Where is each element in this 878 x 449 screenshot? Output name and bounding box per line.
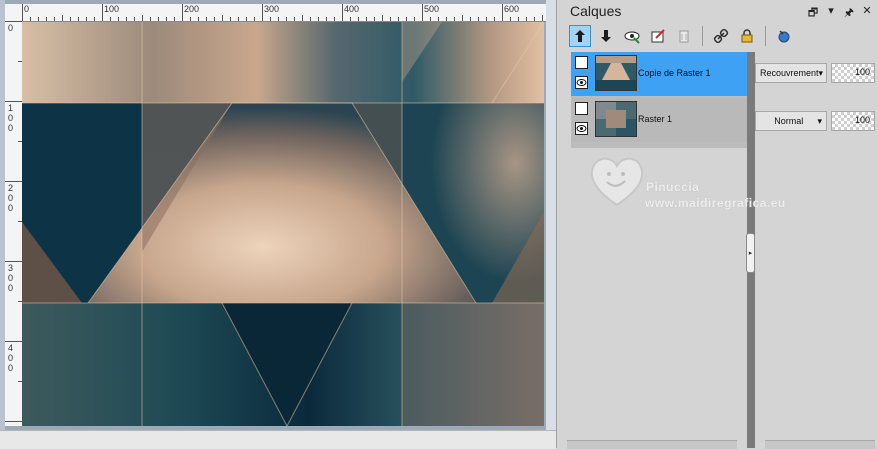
blend-mode-select[interactable]: Recouvrement ▾ (755, 63, 827, 83)
ruler-ticks (22, 4, 543, 21)
thumbnail-image (596, 56, 636, 90)
opacity-field[interactable]: 100 (831, 63, 875, 83)
restore-icon[interactable]: 🗗 (807, 4, 819, 23)
move-layer-up-button[interactable] (569, 25, 591, 47)
visibility-toggle-icon (624, 31, 640, 44)
link-button[interactable] (710, 25, 732, 47)
layers-panel: Calques 🗗 ▾ 🖈 ✕ Copie de Raster 1 Recouv… (556, 0, 878, 449)
delete-layer-button[interactable] (673, 25, 695, 47)
eye-glyph (576, 79, 587, 86)
move-layer-down-button[interactable] (595, 25, 617, 47)
edit-properties-icon (651, 29, 665, 43)
layers-toolbar (569, 24, 795, 48)
chevron-down-icon: ▾ (818, 67, 824, 78)
panel-title: Calques (570, 3, 622, 19)
image-canvas[interactable] (22, 22, 544, 426)
chevron-down-icon: ▾ (817, 115, 822, 126)
thumbnail-image (596, 102, 636, 136)
eye-icon[interactable] (575, 122, 588, 135)
layer-row-copie-de-raster-1[interactable]: Copie de Raster 1 (571, 52, 747, 96)
visibility-toggle-button[interactable] (621, 25, 643, 47)
toolbar-separator (702, 26, 703, 46)
toolbar-separator (765, 26, 766, 46)
layer-thumbnail (595, 101, 637, 137)
lock-icon (741, 29, 753, 43)
pin-icon[interactable]: 🖈 (843, 4, 855, 23)
watermark-heart-logo (590, 157, 644, 207)
blend-mode-value: Recouvrement (760, 68, 819, 78)
move-layer-down-icon (601, 30, 611, 42)
watermark-name: Pinuccia (646, 180, 700, 194)
move-layer-up-icon (575, 30, 585, 42)
layer-row-raster-1[interactable]: Raster 1 (571, 98, 747, 142)
eye-icon[interactable] (575, 76, 588, 89)
dropdown-arrow-icon[interactable]: ▾ (825, 4, 837, 23)
blend-mode-value: Normal (774, 116, 804, 126)
layer-style-icon (778, 30, 790, 43)
horizontal-scrollbar[interactable] (0, 430, 556, 449)
blend-mode-select[interactable]: Normal ▾ (755, 111, 827, 131)
artwork-image (22, 22, 544, 426)
layer-group-icon[interactable] (575, 102, 588, 115)
layer-name: Copie de Raster 1 (638, 68, 711, 78)
layer-thumbnail (595, 55, 637, 91)
ruler-ticks (5, 21, 22, 422)
eye-glyph (576, 125, 587, 132)
splitter-grip[interactable]: ▸ (746, 233, 755, 273)
layer-style-button[interactable] (773, 25, 795, 47)
layer-group-icon[interactable] (575, 56, 588, 69)
opacity-value: 100 (854, 67, 870, 77)
horizontal-ruler: 0 100 200 300 400 500 600 (22, 4, 546, 22)
link-icon (713, 28, 729, 44)
lock-button[interactable] (736, 25, 758, 47)
vertical-ruler: 0 1 0 0 2 0 0 3 0 0 4 0 0 (5, 21, 23, 426)
vertical-scrollbar[interactable] (546, 0, 556, 430)
opacity-value: 100 (854, 115, 870, 125)
panel-titlebar-buttons: 🗗 ▾ 🖈 ✕ (807, 4, 873, 23)
layer-name: Raster 1 (638, 114, 673, 124)
edit-properties-button[interactable] (647, 25, 669, 47)
canvas-workspace: 0 100 200 300 400 500 600 0 1 0 0 2 0 0 … (0, 0, 556, 449)
delete-layer-icon (679, 30, 689, 43)
close-icon[interactable]: ✕ (861, 4, 873, 23)
ruler-corner (5, 4, 22, 21)
watermark-url: www.maidiregrafica.eu (645, 196, 786, 210)
panel-bottom-scrollbar (557, 438, 878, 449)
opacity-field[interactable]: 100 (831, 111, 875, 131)
